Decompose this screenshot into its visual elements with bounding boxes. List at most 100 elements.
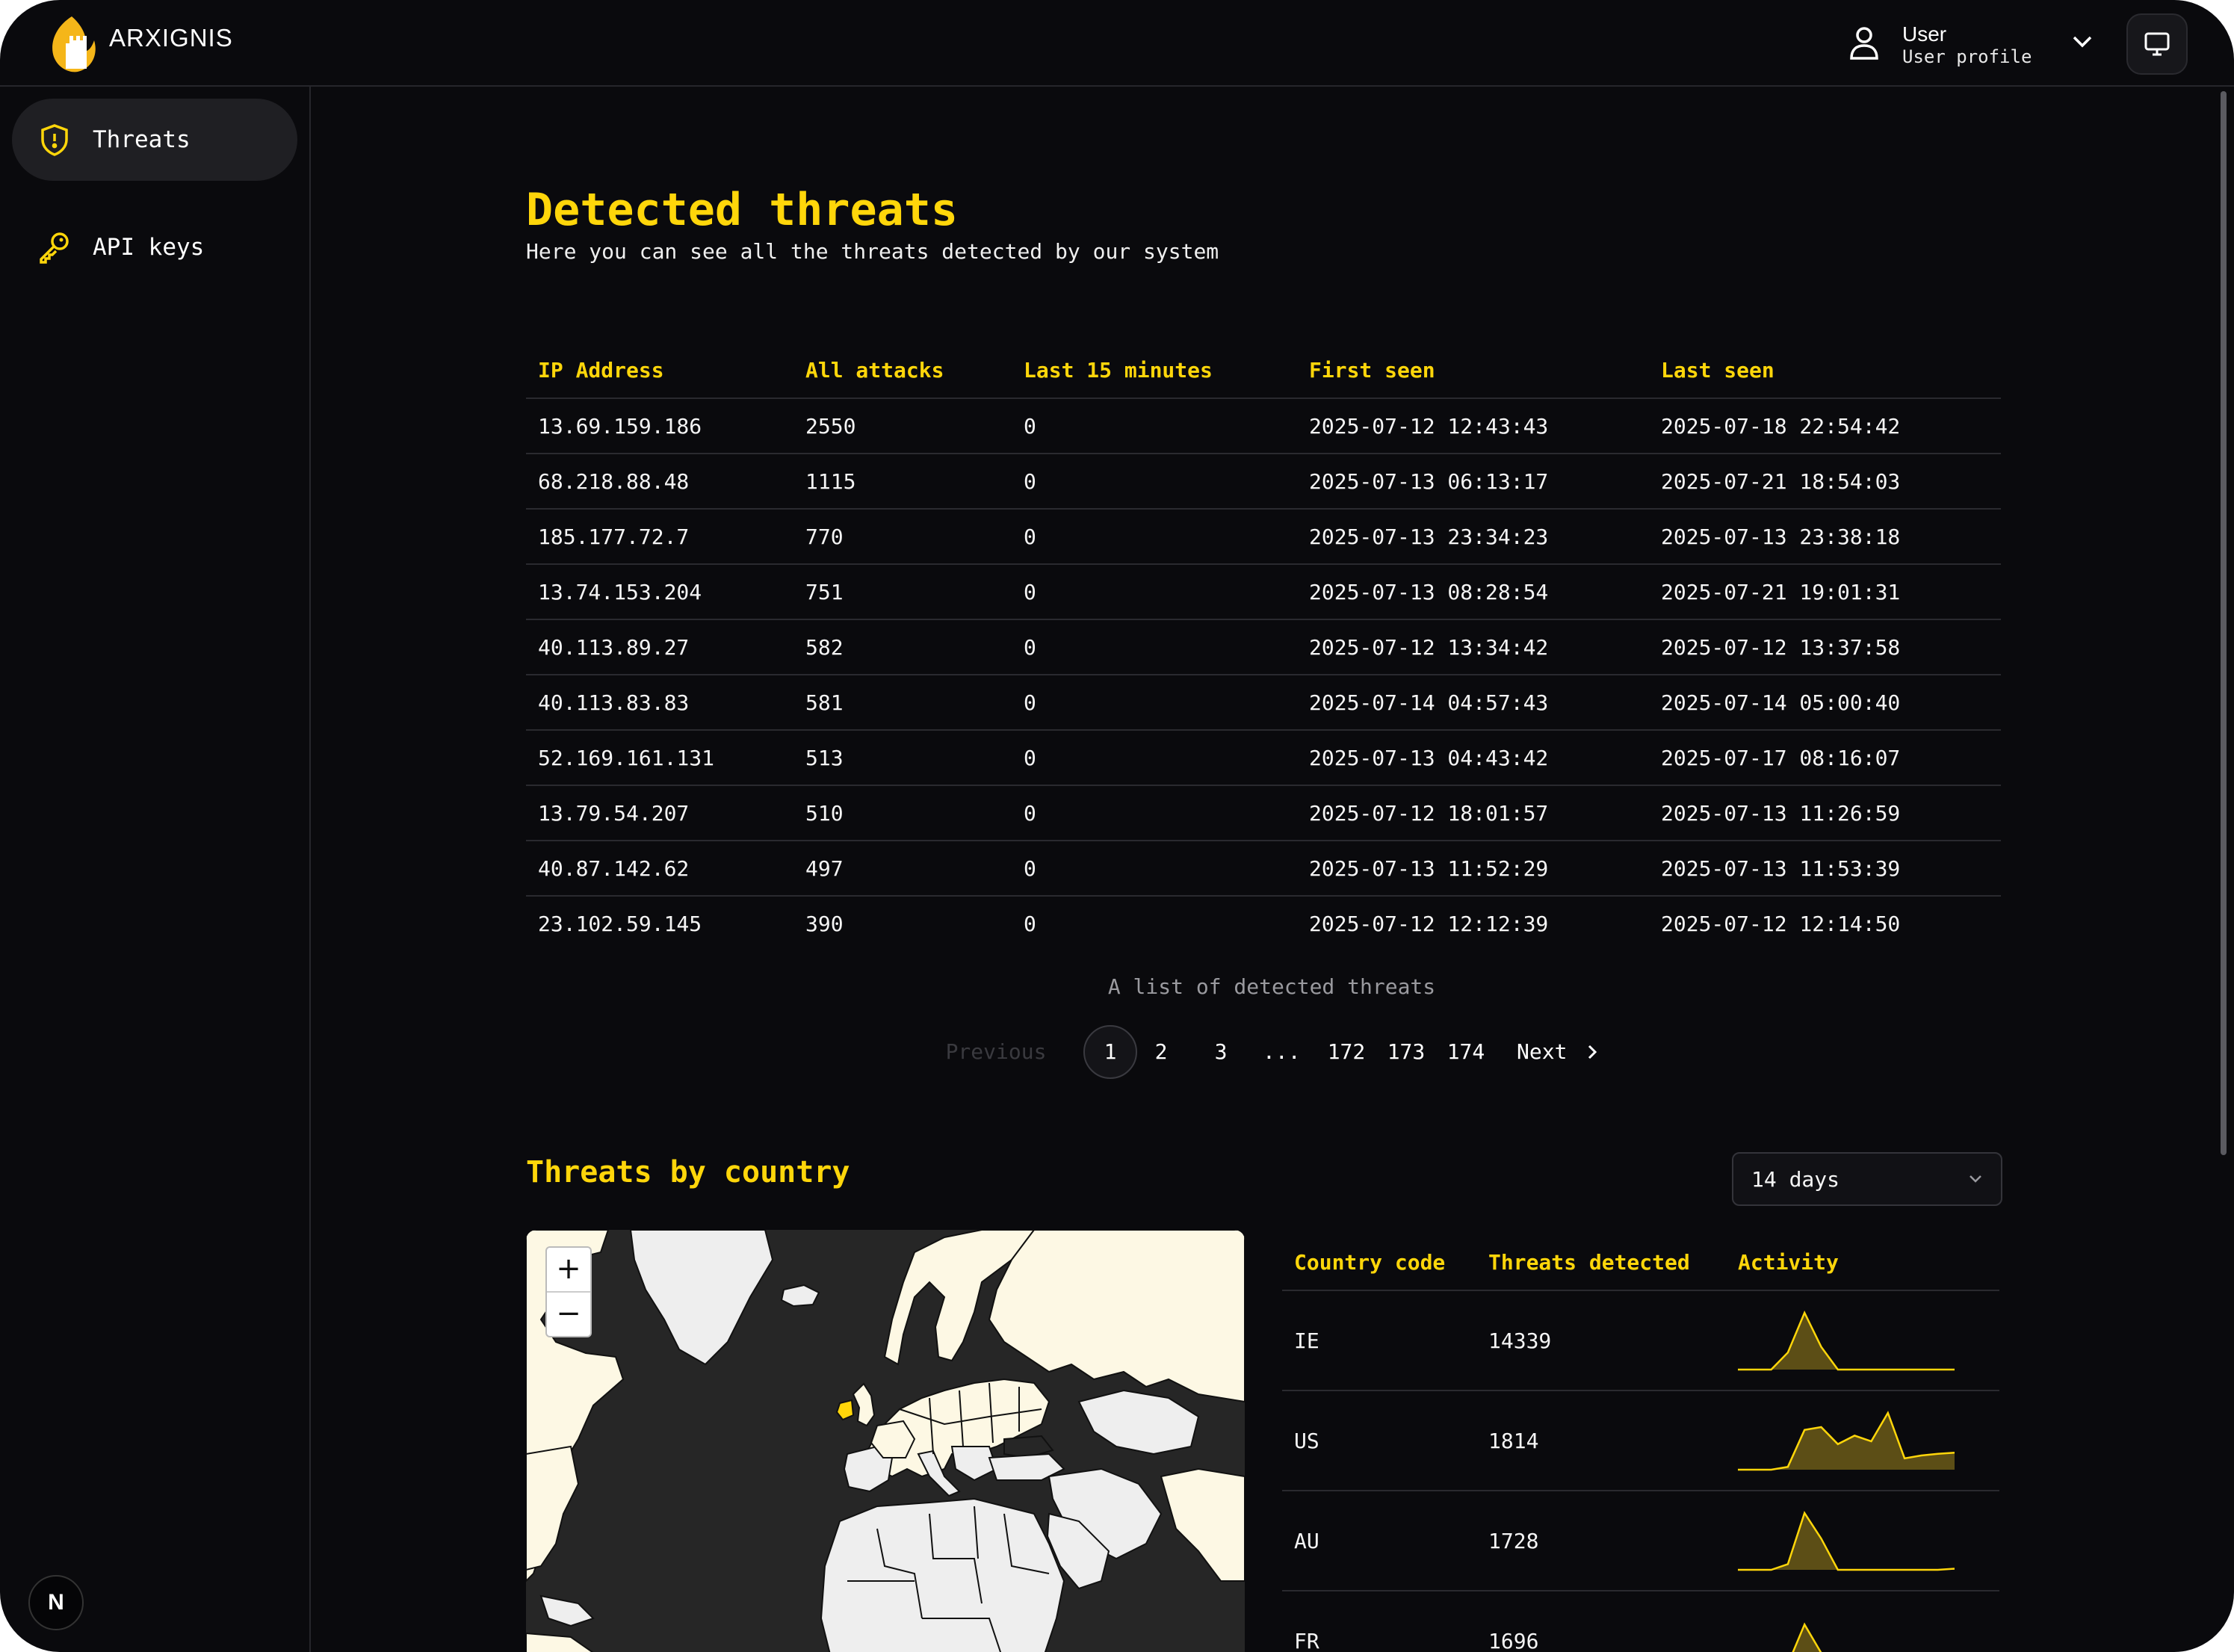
cell-first-seen: 2025-07-13 23:34:23: [1297, 509, 1649, 565]
pagination-page-2[interactable]: 2: [1143, 1025, 1179, 1079]
world-map[interactable]: [526, 1230, 1245, 1652]
table-row[interactable]: IE 14339: [1282, 1290, 1999, 1391]
cell-all-attacks: 581: [793, 675, 1012, 731]
next-dev-badge[interactable]: N: [28, 1575, 84, 1630]
table-row[interactable]: 23.102.59.145 390 0 2025-07-12 12:12:39 2025…: [526, 896, 2001, 950]
table-header-row: IP Address All attacks Last 15 minutes F…: [526, 342, 2001, 399]
table-row[interactable]: 52.169.161.131 513 0 2025-07-13 04:43:42 202…: [526, 730, 2001, 786]
table-row[interactable]: 13.74.153.204 751 0 2025-07-13 08:28:54 2025…: [526, 564, 2001, 620]
table-row[interactable]: FR 1696: [1282, 1591, 1999, 1652]
cell-first-seen: 2025-07-12 12:43:43: [1297, 398, 1649, 454]
activity-sparkline: [1738, 1310, 1955, 1371]
cell-activity: [1726, 1290, 1999, 1391]
pagination-page-173[interactable]: 173: [1382, 1025, 1430, 1079]
cell-country-code: FR: [1282, 1591, 1476, 1652]
threats-table: IP Address All attacks Last 15 minutes F…: [526, 342, 2001, 950]
chevron-down-icon[interactable]: [2070, 28, 2095, 54]
user-name[interactable]: User: [1902, 22, 1946, 46]
column-header-activity[interactable]: Activity: [1726, 1234, 1999, 1291]
column-header-last-15-minutes[interactable]: Last 15 minutes: [1012, 342, 1297, 399]
column-header-country-code[interactable]: Country code: [1282, 1234, 1476, 1291]
cell-last-seen: 2025-07-21 19:01:31: [1649, 564, 2001, 620]
table-caption: A list of detected threats: [1107, 974, 1436, 999]
sidebar-item-label: Threats: [93, 126, 191, 153]
chevron-down-icon: [1970, 1175, 1981, 1183]
top-bar: ARXIGNIS User User profile: [0, 0, 2234, 87]
table-row[interactable]: 13.79.54.207 510 0 2025-07-12 18:01:57 2025-…: [526, 785, 2001, 841]
pagination-next[interactable]: Next: [1517, 1025, 1606, 1079]
cell-last-seen: 2025-07-14 05:00:40: [1649, 675, 2001, 731]
cell-activity: [1726, 1591, 1999, 1652]
zoom-in-button[interactable]: +: [547, 1248, 590, 1293]
cell-country-code: US: [1282, 1390, 1476, 1491]
cell-last-15: 0: [1024, 911, 1036, 936]
pagination-page-174[interactable]: 174: [1442, 1025, 1490, 1079]
table-row[interactable]: 40.113.89.27 582 0 2025-07-12 13:34:42 2025-…: [526, 619, 2001, 675]
page-title: Detected threats: [526, 184, 958, 236]
cell-last-seen: 2025-07-21 18:54:03: [1649, 454, 2001, 510]
pagination-next-label: Next: [1517, 1039, 1568, 1064]
threat-map[interactable]: + −: [526, 1230, 1245, 1652]
cell-activity: [1726, 1491, 1999, 1591]
sidebar: Threats API keys N: [0, 87, 311, 1652]
column-header-threats-detected[interactable]: Threats detected: [1476, 1234, 1726, 1291]
column-header-last-seen[interactable]: Last seen: [1649, 342, 2001, 399]
column-header-first-seen[interactable]: First seen: [1297, 342, 1649, 399]
cell-threat-count: 1814: [1476, 1390, 1726, 1491]
flame-castle-logo[interactable]: [48, 13, 100, 73]
table-row[interactable]: 40.87.142.62 497 0 2025-07-13 11:52:29 2025-…: [526, 841, 2001, 897]
column-header-ip[interactable]: IP Address: [526, 342, 793, 399]
user-profile-label[interactable]: User profile: [1902, 46, 2032, 67]
time-range-select[interactable]: 14 days: [1732, 1152, 2002, 1206]
cell-ip: 40.87.142.62: [526, 841, 793, 897]
cell-last-15: 0: [1012, 730, 1297, 786]
cell-ip: 52.169.161.131: [526, 730, 793, 786]
cell-all-attacks: 510: [793, 785, 1012, 841]
cell-last-seen: 2025-07-13 11:26:59: [1649, 785, 2001, 841]
cell-last-15: 0: [1012, 785, 1297, 841]
pagination-page-3[interactable]: 3: [1203, 1025, 1239, 1079]
theme-toggle-button[interactable]: [2126, 13, 2188, 75]
sparkline-line: [1738, 1511, 1955, 1571]
table-row[interactable]: 13.69.159.186 2550 0 2025-07-12 12:43:43 202…: [526, 398, 2001, 454]
cell-last-seen: 2025-07-12 13:37:58: [1649, 619, 2001, 675]
cell-last-15: 0: [1012, 564, 1297, 620]
pagination-ellipsis: ...: [1263, 1039, 1301, 1064]
time-range-value: 14 days: [1751, 1167, 1840, 1192]
map-region-africa: [820, 1497, 1065, 1652]
cell-ip: 68.218.88.48: [526, 454, 793, 510]
table-row[interactable]: AU 1728: [1282, 1491, 1999, 1591]
cell-all-attacks: 1115: [793, 454, 1012, 510]
cell-first-seen: 2025-07-12 13:34:42: [1297, 619, 1649, 675]
cell-first-seen: 2025-07-13 11:52:29: [1297, 841, 1649, 897]
cell-all-attacks: 770: [793, 509, 1012, 565]
table-row[interactable]: 185.177.72.7 770 0 2025-07-13 23:34:23 2025-…: [526, 509, 2001, 565]
cell-last-15: 0: [1012, 454, 1297, 510]
cell-last-15: 0: [1012, 619, 1297, 675]
zoom-out-button[interactable]: −: [547, 1293, 590, 1336]
cell-last-15: 0: [1012, 841, 1297, 897]
cell-last-seen: 2025-07-13 23:38:18: [1649, 509, 2001, 565]
pagination-page-172[interactable]: 172: [1322, 1025, 1370, 1079]
pagination-page-1[interactable]: 1: [1083, 1025, 1137, 1079]
sidebar-item-threats[interactable]: Threats: [12, 99, 297, 181]
cell-last-15: 0: [1012, 509, 1297, 565]
cell-first-seen: 2025-07-12 12:12:39: [1309, 911, 1549, 936]
table-row[interactable]: 68.218.88.48 1115 0 2025-07-13 06:13:17 2025…: [526, 454, 2001, 510]
sidebar-item-label: API keys: [93, 234, 205, 261]
cell-first-seen: 2025-07-14 04:57:43: [1297, 675, 1649, 731]
sidebar-item-api-keys[interactable]: API keys: [12, 206, 297, 288]
column-header-all-attacks[interactable]: All attacks: [793, 342, 1012, 399]
user-icon[interactable]: [1844, 22, 1884, 63]
cell-first-seen: 2025-07-13 08:28:54: [1297, 564, 1649, 620]
country-table: Country code Threats detected Activity I…: [1282, 1234, 1999, 1652]
page-subtitle: Here you can see all the threats detecte…: [526, 239, 1219, 264]
table-row[interactable]: US 1814: [1282, 1390, 1999, 1491]
pagination-previous[interactable]: Previous: [926, 1025, 1065, 1079]
activity-sparkline: [1738, 1511, 1955, 1571]
cell-country-code: AU: [1282, 1491, 1476, 1591]
table-row[interactable]: 40.113.83.83 581 0 2025-07-14 04:57:43 2025-…: [526, 675, 2001, 731]
cell-ip: 185.177.72.7: [526, 509, 793, 565]
sparkline-area: [1792, 1624, 1821, 1652]
cell-all-attacks: 582: [793, 619, 1012, 675]
